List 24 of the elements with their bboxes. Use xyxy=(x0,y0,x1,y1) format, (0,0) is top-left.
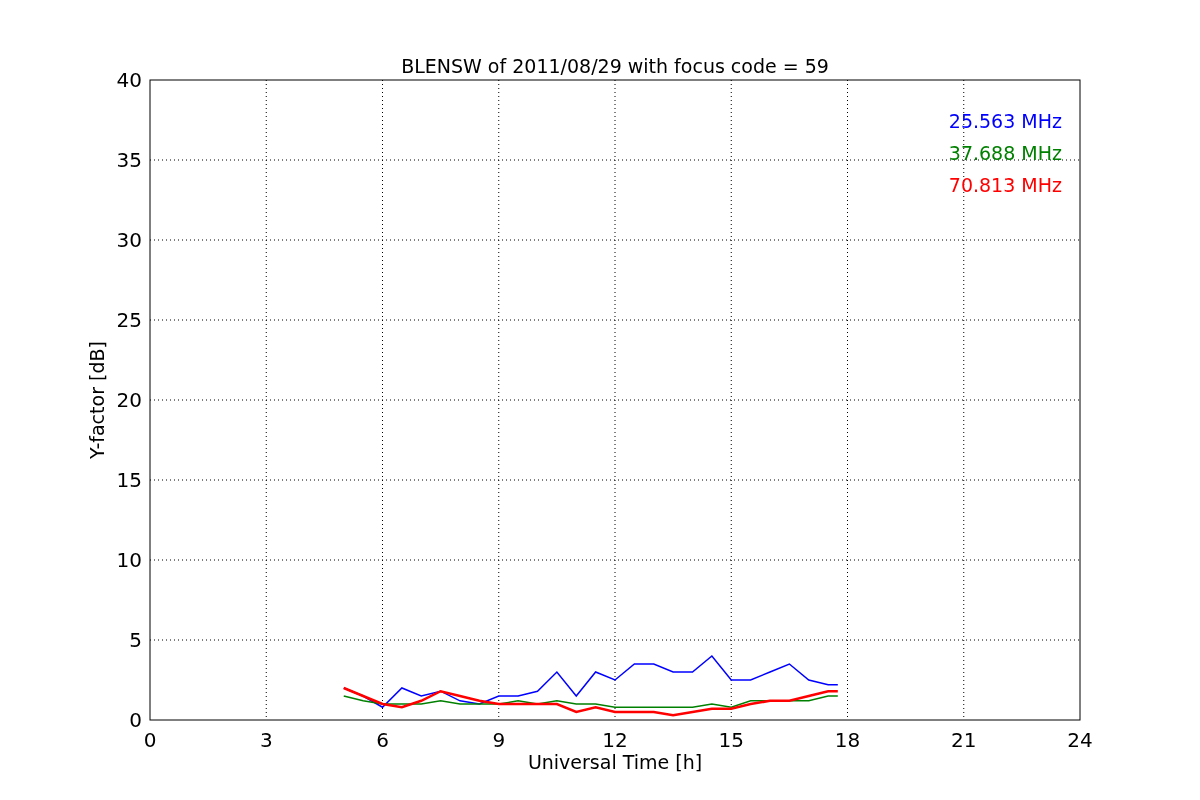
x-tick-label: 9 xyxy=(492,728,506,752)
x-tick-label: 21 xyxy=(951,728,977,752)
y-tick-label: 25 xyxy=(116,308,142,332)
x-tick-label: 24 xyxy=(1067,728,1093,752)
x-tick-label: 12 xyxy=(602,728,628,752)
x-tick-label: 6 xyxy=(376,728,389,752)
y-tick-label: 0 xyxy=(129,708,142,732)
y-axis-label: Y-factor [dB] xyxy=(86,341,108,459)
y-tick-label: 30 xyxy=(116,228,142,252)
legend-label: 37.688 MHz xyxy=(948,142,1062,164)
x-axis-label: Universal Time [h] xyxy=(527,751,703,773)
y-tick-label: 35 xyxy=(116,148,142,172)
y-tick-label: 15 xyxy=(116,468,142,492)
y-tick-label: 40 xyxy=(116,68,142,92)
legend-label: 25.563 MHz xyxy=(948,110,1062,132)
x-tick-label: 0 xyxy=(143,728,157,752)
y-tick-label: 20 xyxy=(116,388,142,412)
x-tick-label: 3 xyxy=(259,728,273,752)
chart-title: BLENSW of 2011/08/29 with focus code = 59 xyxy=(401,55,829,77)
y-tick-label: 10 xyxy=(116,548,142,572)
y-tick-label: 5 xyxy=(129,628,142,652)
x-tick-label: 15 xyxy=(718,728,744,752)
legend-label: 70.813 MHz xyxy=(948,174,1062,196)
x-tick-label: 18 xyxy=(834,728,861,752)
